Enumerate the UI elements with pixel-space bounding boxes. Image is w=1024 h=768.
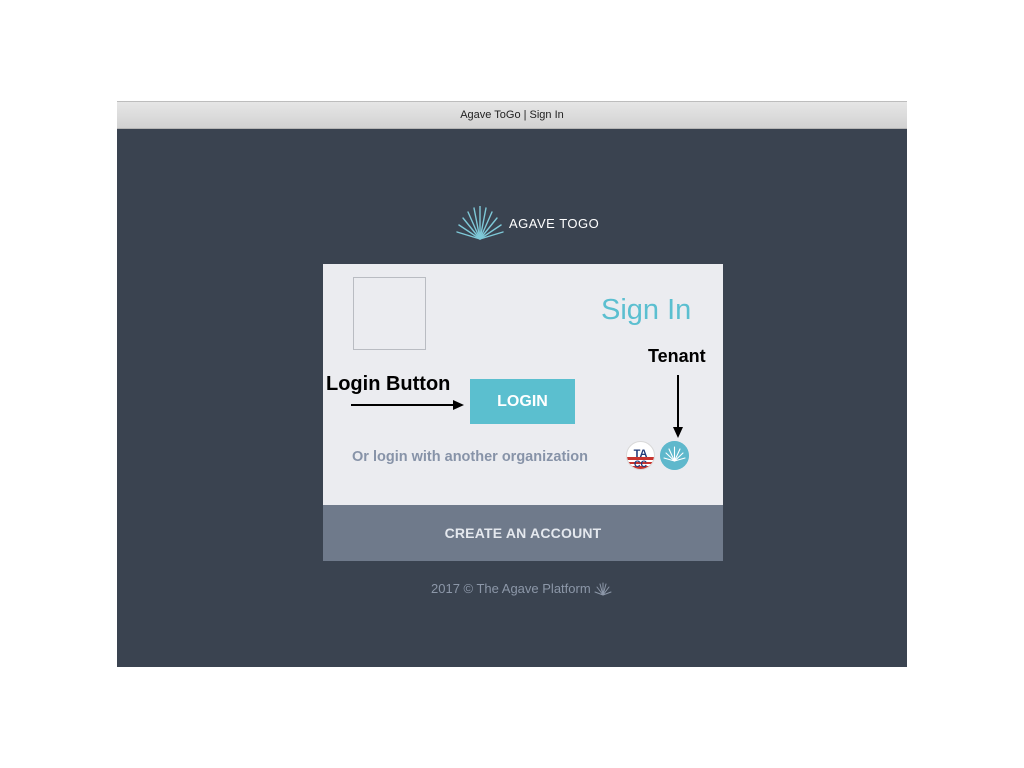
footer-text: 2017 © The Agave Platform xyxy=(431,581,591,596)
agave-leaf-icon xyxy=(456,206,504,240)
login-button-annotation: Login Button xyxy=(326,373,451,395)
tenant-tacc-button[interactable]: TA CC xyxy=(626,441,655,470)
brand-header: AGAVE TOGO xyxy=(455,205,599,241)
tacc-tenant-icon: TA CC xyxy=(627,448,654,469)
browser-window: Agave ToGo | Sign In AGAVE TOGO Sign In … xyxy=(117,101,907,667)
alt-login-text: Or login with another organization xyxy=(352,449,589,465)
footer: 2017 © The Agave Platform xyxy=(431,581,612,596)
agave-leaf-icon xyxy=(594,582,612,595)
signin-title: Sign In xyxy=(601,294,692,326)
create-account-button[interactable]: CREATE AN ACCOUNT xyxy=(323,505,723,561)
agave-tenant-icon xyxy=(660,441,689,470)
tenant-annotation: Tenant xyxy=(648,346,706,366)
login-button[interactable]: LOGIN xyxy=(470,379,575,424)
brand-name: AGAVE TOGO xyxy=(509,215,600,231)
organization-logo-placeholder xyxy=(353,277,426,350)
window-title: Agave ToGo | Sign In xyxy=(117,101,907,129)
svg-text:CC: CC xyxy=(634,459,647,469)
tenant-agave-button[interactable] xyxy=(660,441,689,470)
